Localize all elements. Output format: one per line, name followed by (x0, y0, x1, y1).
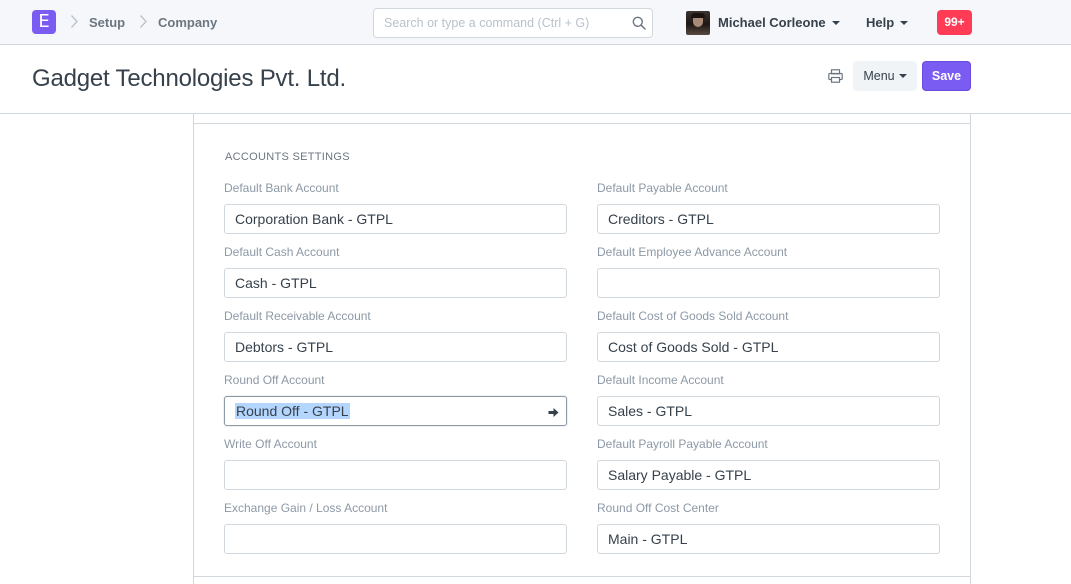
menu-button[interactable]: Menu (853, 61, 917, 91)
breadcrumb-company[interactable]: Company (158, 15, 217, 30)
chevron-right-icon (70, 14, 79, 29)
breadcrumb-setup[interactable]: Setup (89, 15, 125, 30)
arrow-right-icon[interactable] (548, 405, 559, 417)
field-label: Round Off Account (224, 373, 325, 387)
divider (194, 576, 970, 577)
default-cogs-account-input[interactable] (598, 333, 939, 361)
user-menu[interactable]: Michael Corleone (718, 15, 840, 30)
link-field[interactable]: Round Off - GTPL (224, 396, 567, 426)
field-label: Exchange Gain / Loss Account (224, 501, 388, 515)
field-round-off-account: Round Off Account Round Off - GTPL (224, 373, 567, 426)
link-field (224, 460, 567, 490)
page-head: Gadget Technologies Pvt. Ltd. Menu Save (0, 45, 1071, 114)
link-field (597, 204, 940, 234)
avatar-hair (691, 13, 705, 18)
field-default-payroll-payable-account: Default Payroll Payable Account (597, 437, 940, 490)
field-label: Round Off Cost Center (597, 501, 719, 515)
section-title: ACCOUNTS SETTINGS (225, 151, 350, 163)
user-name: Michael Corleone (718, 15, 826, 30)
search-input[interactable] (374, 9, 614, 37)
default-employee-advance-account-input[interactable] (598, 269, 939, 297)
default-payroll-payable-account-input[interactable] (598, 461, 939, 489)
link-field (224, 204, 567, 234)
link-field (224, 524, 567, 554)
app-logo[interactable]: E (32, 10, 56, 34)
default-payable-account-input[interactable] (598, 205, 939, 233)
field-label: Default Bank Account (224, 181, 339, 195)
help-menu[interactable]: Help (866, 15, 909, 30)
link-field (224, 332, 567, 362)
divider (194, 123, 970, 124)
field-label: Default Payable Account (597, 181, 728, 195)
field-default-cogs-account: Default Cost of Goods Sold Account (597, 309, 940, 362)
field-default-cash-account: Default Cash Account (224, 245, 567, 298)
link-field (597, 524, 940, 554)
field-exchange-gain-loss-account: Exchange Gain / Loss Account (224, 501, 567, 554)
default-bank-account-input[interactable] (225, 205, 566, 233)
notifications-badge[interactable]: 99+ (937, 10, 972, 35)
field-label: Write Off Account (224, 437, 317, 451)
save-button[interactable]: Save (922, 61, 971, 91)
link-field (224, 268, 567, 298)
chevron-right-icon (139, 14, 148, 29)
field-label: Default Income Account (597, 373, 724, 387)
caret-down-icon (898, 73, 907, 78)
print-icon[interactable] (828, 69, 843, 83)
field-label: Default Payroll Payable Account (597, 437, 768, 451)
default-receivable-account-input[interactable] (225, 333, 566, 361)
field-default-income-account: Default Income Account (597, 373, 940, 426)
field-label: Default Cost of Goods Sold Account (597, 309, 789, 323)
field-label: Default Receivable Account (224, 309, 371, 323)
field-default-receivable-account: Default Receivable Account (224, 309, 567, 362)
caret-down-icon (900, 20, 909, 25)
link-field (597, 268, 940, 298)
field-label: Default Cash Account (224, 245, 340, 259)
exchange-gain-loss-account-input[interactable] (225, 525, 566, 553)
field-write-off-account: Write Off Account (224, 437, 567, 490)
default-cash-account-input[interactable] (225, 269, 566, 297)
field-default-bank-account: Default Bank Account (224, 181, 567, 234)
field-label: Default Employee Advance Account (597, 245, 788, 259)
field-round-off-cost-center: Round Off Cost Center (597, 501, 940, 554)
default-income-account-input[interactable] (598, 397, 939, 425)
link-field (597, 460, 940, 490)
link-field (597, 396, 940, 426)
write-off-account-input[interactable] (225, 461, 566, 489)
field-default-employee-advance-account: Default Employee Advance Account (597, 245, 940, 298)
awesome-bar (373, 8, 653, 38)
menu-label: Menu (863, 69, 895, 83)
link-field (597, 332, 940, 362)
round-off-account-input[interactable]: Round Off - GTPL (235, 403, 350, 419)
round-off-cost-center-input[interactable] (598, 525, 939, 553)
page-title: Gadget Technologies Pvt. Ltd. (32, 65, 346, 92)
top-navbar: E Setup Company Michael Corleone Help 99… (0, 0, 1071, 45)
form-panel: ACCOUNTS SETTINGS Default Bank Account D… (193, 114, 971, 584)
field-default-payable-account: Default Payable Account (597, 181, 940, 234)
search-icon[interactable] (632, 16, 646, 30)
avatar[interactable] (686, 11, 710, 35)
help-label: Help (866, 15, 895, 30)
caret-down-icon (831, 20, 840, 25)
